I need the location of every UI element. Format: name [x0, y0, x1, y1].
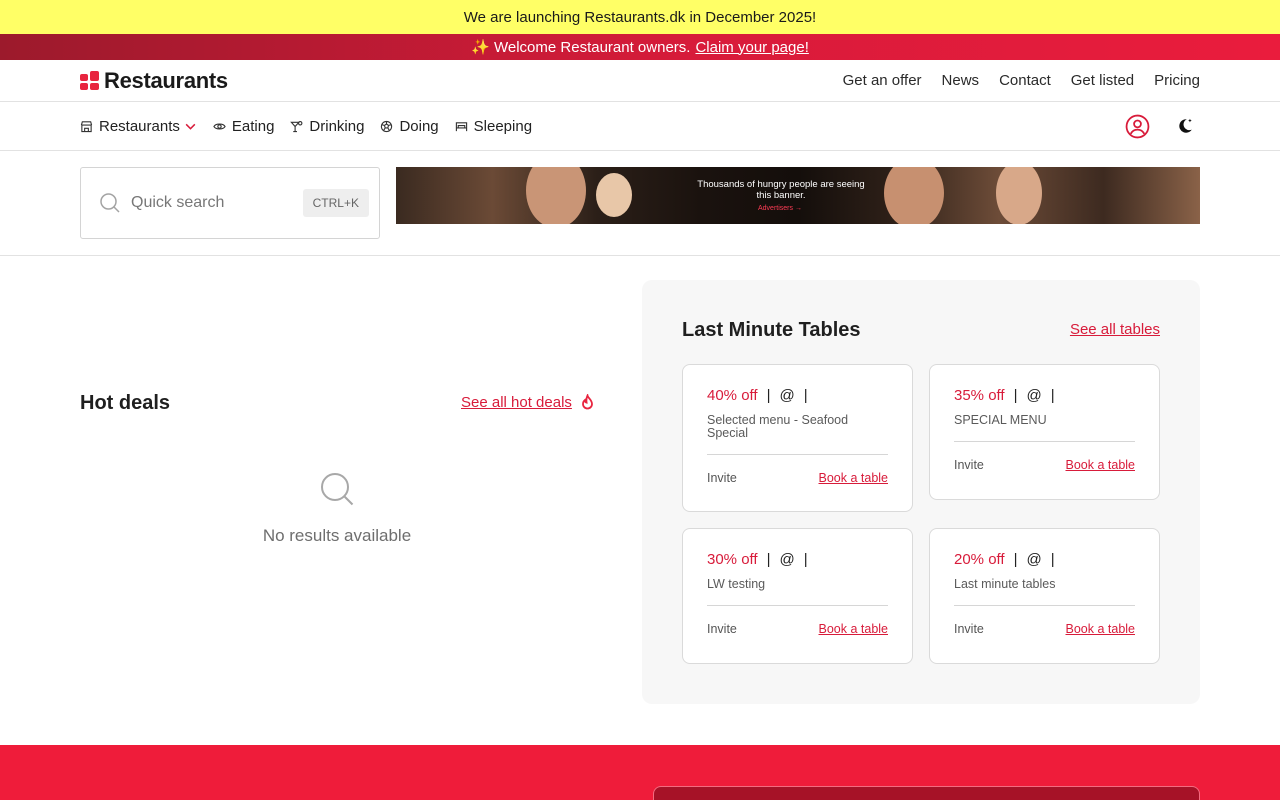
category-nav: Restaurants Eating Drinking Doing Sleepi…: [0, 102, 1280, 151]
moon-icon[interactable]: [1176, 117, 1194, 135]
see-all-hot-deals-link[interactable]: See all hot deals: [461, 394, 595, 411]
footer-card: [653, 786, 1200, 800]
nav-get-listed[interactable]: Get listed: [1071, 72, 1134, 89]
card-discount: 20% off: [954, 551, 1005, 568]
see-all-hot-deals-label: See all hot deals: [461, 394, 572, 411]
quick-search-box[interactable]: Quick search CTRL+K: [80, 167, 380, 239]
category-sleeping-label: Sleeping: [473, 117, 533, 135]
category-drinking[interactable]: Drinking: [290, 118, 364, 135]
eye-icon: [213, 123, 226, 129]
header-nav: Get an offer News Contact Get listed Pri…: [843, 72, 1200, 89]
nav-news[interactable]: News: [942, 72, 980, 89]
category-drinking-label: Drinking: [309, 117, 365, 135]
ad-cta-link[interactable]: Advertisers →: [758, 205, 802, 212]
card-invite-label[interactable]: Invite: [954, 622, 984, 636]
card-invite-label[interactable]: Invite: [707, 622, 737, 636]
bed-icon: [455, 121, 467, 131]
hot-deals-title: Hot deals: [80, 392, 171, 414]
table-card[interactable]: 30% off | @ | LW testing Invite Book a table: [682, 528, 913, 664]
card-discount: 35% off: [954, 387, 1005, 404]
flame-icon: [582, 394, 593, 410]
storefront-icon: [80, 120, 93, 132]
category-doing-label: Doing: [399, 117, 439, 135]
quick-search-placeholder: Quick search: [131, 194, 225, 211]
site-header: Restaurants Get an offer News Contact Ge…: [0, 60, 1280, 102]
card-at: @: [1026, 387, 1042, 404]
welcome-banner: ✨ Welcome Restaurant owners. Claim your …: [0, 34, 1280, 60]
ad-headline: Thousands of hungry people are seeing th…: [697, 179, 865, 201]
card-discount: 40% off: [707, 387, 758, 404]
book-table-link[interactable]: Book a table: [1066, 622, 1136, 636]
chevron-down-icon: [185, 123, 196, 130]
card-at: @: [779, 551, 795, 568]
card-invite-label[interactable]: Invite: [954, 458, 984, 472]
table-card[interactable]: 35% off | @ | SPECIAL MENU Invite Book a tab…: [929, 364, 1160, 500]
logo-text: Restaurants: [104, 67, 228, 93]
advertisement-banner[interactable]: Thousands of hungry people are seeing th…: [396, 167, 1200, 224]
book-table-link[interactable]: Book a table: [1066, 458, 1136, 472]
category-sleeping[interactable]: Sleeping: [455, 118, 532, 135]
category-doing[interactable]: Doing: [380, 117, 439, 135]
category-eating[interactable]: Eating: [213, 117, 275, 135]
category-eating-label: Eating: [231, 117, 275, 135]
logo-mark-icon: [80, 71, 99, 90]
welcome-text: ✨ Welcome Restaurant owners.: [471, 39, 691, 56]
book-table-link[interactable]: Book a table: [819, 471, 889, 485]
search-shortcut-badge: CTRL+K: [302, 189, 369, 217]
category-restaurants-label: Restaurants: [99, 117, 180, 135]
search-row: Quick search CTRL+K Thousands of hungry …: [0, 151, 1280, 256]
card-description: SPECIAL MENU: [954, 413, 1047, 427]
nav-contact[interactable]: Contact: [999, 72, 1051, 89]
book-table-link[interactable]: Book a table: [819, 622, 889, 636]
card-discount: 30% off: [707, 551, 758, 568]
card-invite-label[interactable]: Invite: [707, 471, 737, 485]
table-card[interactable]: 40% off | @ | Selected menu - Seafood Speci…: [682, 364, 913, 512]
site-logo[interactable]: Restaurants: [80, 68, 228, 94]
main-content: Hot deals See all hot deals No results a…: [0, 256, 1280, 744]
table-card[interactable]: 20% off | @ | Last minute tables Invite Book…: [929, 528, 1160, 664]
empty-search-icon: [321, 473, 354, 506]
last-minute-tables-panel: Last Minute Tables See all tables 40% of…: [642, 280, 1200, 704]
category-restaurants[interactable]: Restaurants: [80, 118, 197, 135]
last-minute-tables-title: Last Minute Tables: [682, 319, 861, 341]
claim-page-link[interactable]: Claim your page!: [695, 39, 808, 56]
card-at: @: [779, 387, 795, 404]
nav-pricing[interactable]: Pricing: [1154, 72, 1200, 89]
card-description: Selected menu - Seafood Special: [707, 413, 849, 440]
card-description: LW testing: [707, 577, 766, 591]
hot-deals-empty-text: No results available: [262, 526, 412, 545]
launch-announcement-text: We are launching Restaurants.dk in Decem…: [463, 8, 817, 26]
ball-icon: [381, 120, 393, 132]
card-at: @: [1026, 551, 1042, 568]
user-circle-icon[interactable]: [1125, 114, 1150, 139]
cocktail-icon: [290, 120, 303, 132]
see-all-tables-link[interactable]: See all tables: [1070, 321, 1160, 338]
card-description: Last minute tables: [954, 577, 1056, 591]
search-icon: [100, 193, 120, 213]
nav-get-an-offer[interactable]: Get an offer: [843, 72, 922, 89]
launch-announcement-bar: We are launching Restaurants.dk in Decem…: [0, 0, 1280, 34]
